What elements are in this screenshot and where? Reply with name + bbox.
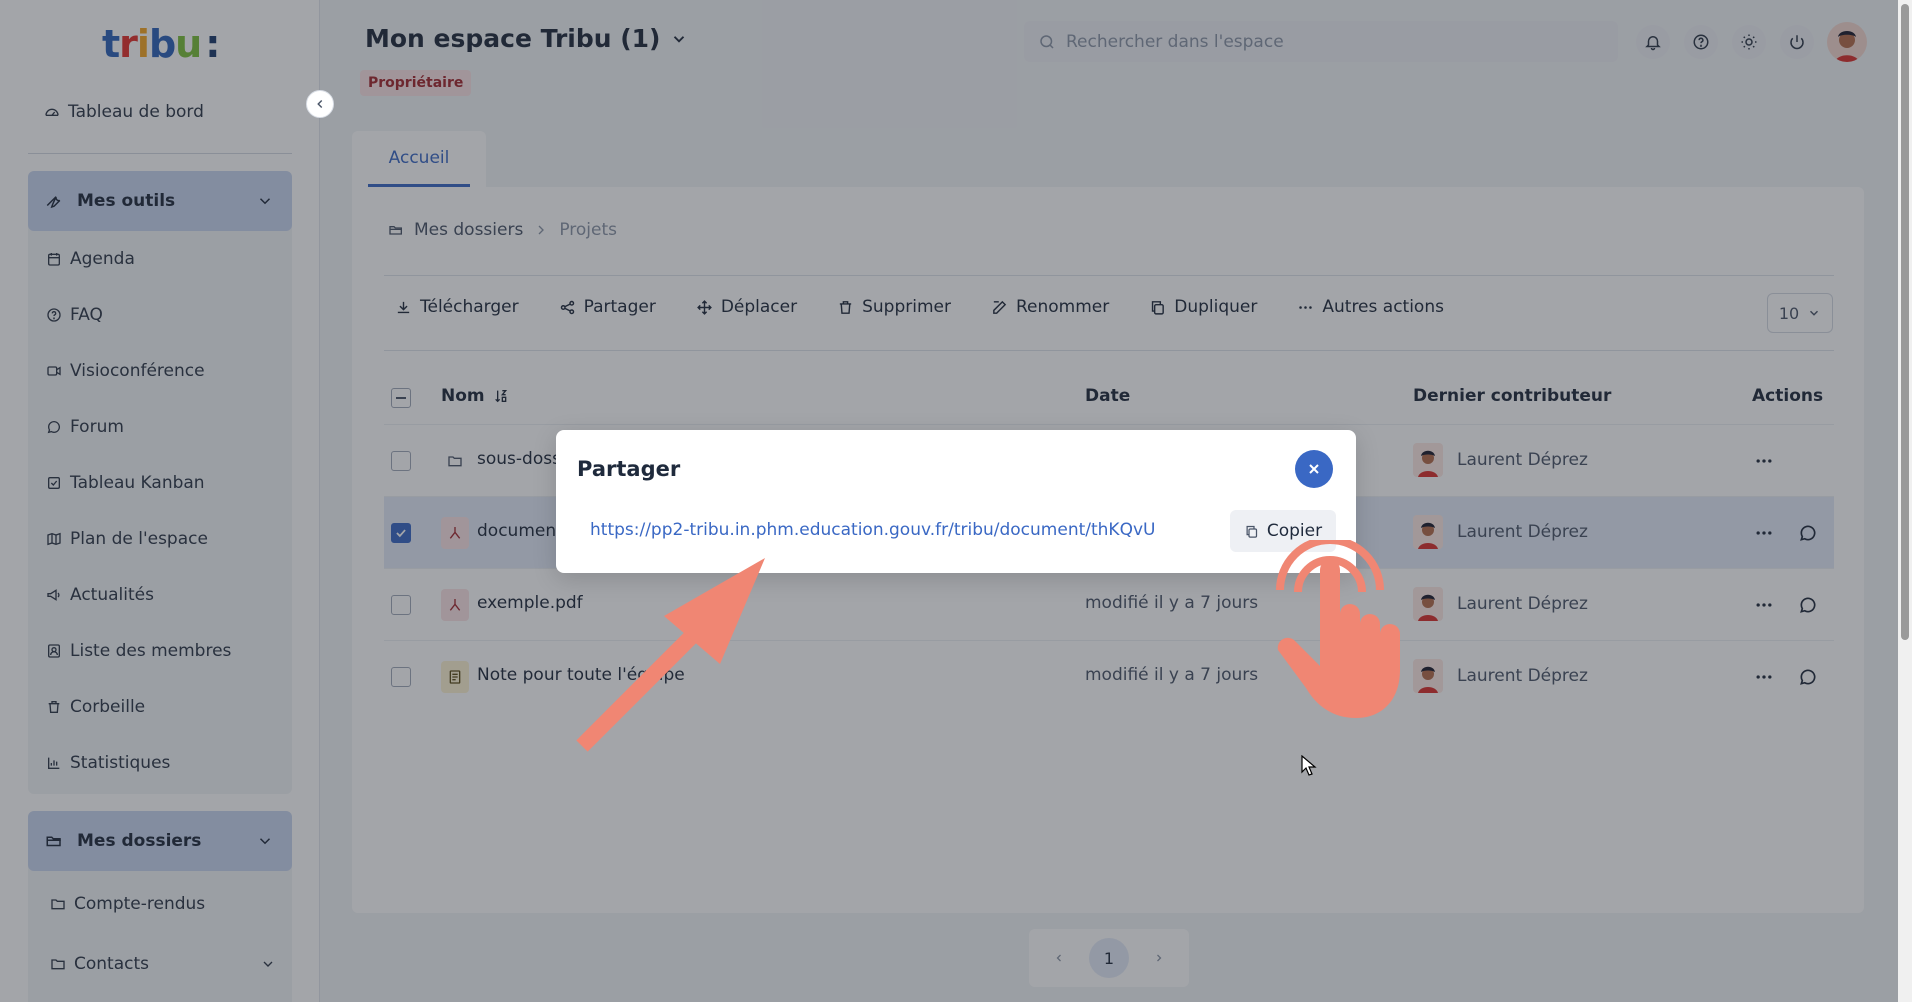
scrollbar-thumb[interactable] (1901, 4, 1909, 640)
mouse-cursor-icon (1301, 755, 1317, 776)
tap-hand-icon (1276, 540, 1400, 718)
scrollbar[interactable] (1898, 0, 1912, 1002)
chevron-left-icon (317, 99, 323, 109)
close-dialog-button[interactable] (1295, 450, 1333, 488)
share-link[interactable]: https://pp2-tribu.in.phm.education.gouv.… (590, 520, 1155, 540)
share-dialog: Partager https://pp2-tribu.in.phm.educat… (556, 430, 1356, 573)
annotation-arrow-icon (576, 558, 765, 752)
collapse-sidebar-button[interactable] (306, 90, 334, 118)
copy-icon (1246, 525, 1257, 538)
copy-label: Copier (1266, 521, 1323, 541)
close-icon (1309, 464, 1319, 474)
dialog-title: Partager (577, 457, 681, 481)
